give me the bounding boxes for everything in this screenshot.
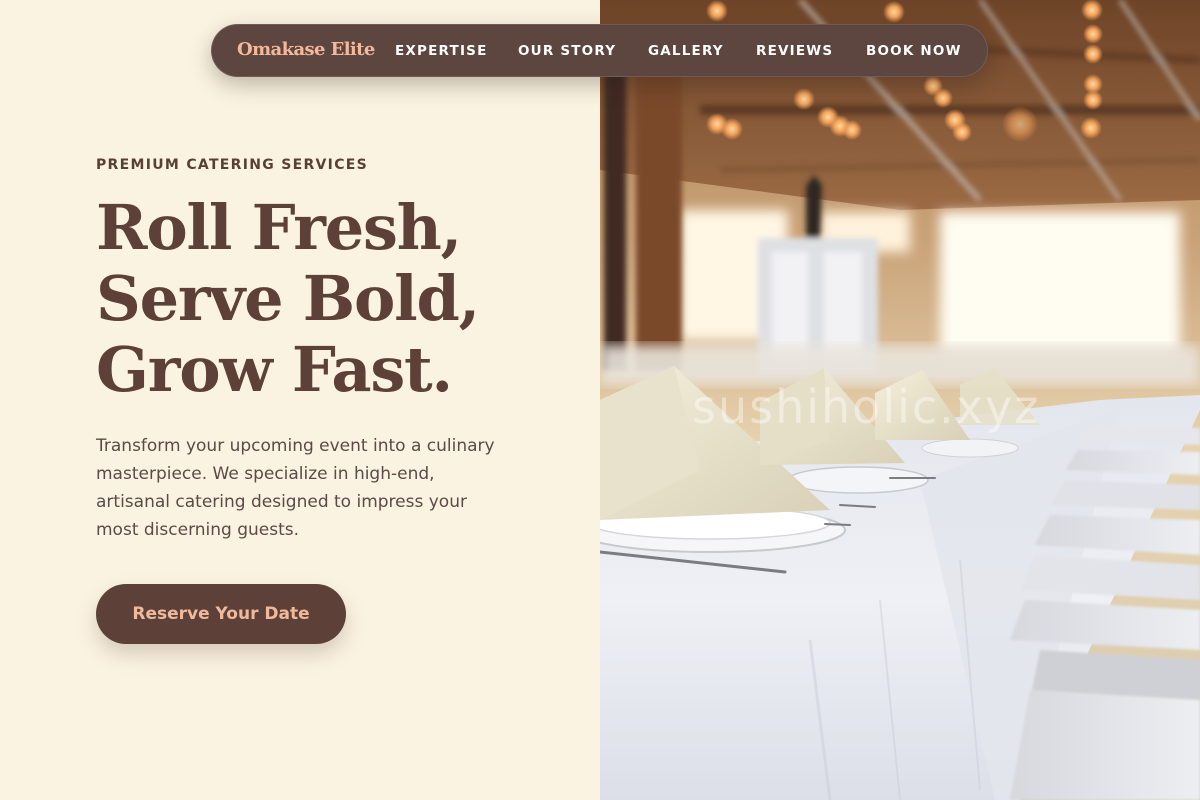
hero-description: Transform your upcoming event into a cul… bbox=[96, 436, 495, 540]
headline-line-1: Roll Fresh, bbox=[96, 191, 462, 264]
hero-headline: Roll Fresh, Serve Bold, Grow Fast. bbox=[96, 191, 480, 406]
hero-content: PREMIUM CATERING SERVICES Roll Fresh, Se… bbox=[0, 0, 600, 800]
banquet-hall-photo bbox=[600, 0, 1200, 800]
main-navbar: Omakase Elite EXPERTISE OUR STORY GALLER… bbox=[211, 24, 988, 77]
nav-link-reviews[interactable]: REVIEWS bbox=[756, 43, 833, 59]
headline-line-2: Serve Bold, bbox=[96, 262, 480, 335]
headline-line-3: Grow Fast. bbox=[96, 333, 453, 406]
nav-link-book-now[interactable]: BOOK NOW bbox=[866, 43, 962, 59]
nav-link-expertise[interactable]: EXPERTISE bbox=[395, 43, 488, 59]
brand-logo[interactable]: Omakase Elite bbox=[237, 39, 375, 60]
hero-image: sushiholic.xyz bbox=[600, 0, 1200, 800]
nav-link-gallery[interactable]: GALLERY bbox=[648, 43, 724, 59]
hero-eyebrow: PREMIUM CATERING SERVICES bbox=[96, 157, 369, 173]
nav-link-our-story[interactable]: OUR STORY bbox=[518, 43, 616, 59]
landing-page: PREMIUM CATERING SERVICES Roll Fresh, Se… bbox=[0, 0, 1200, 800]
reserve-date-button[interactable]: Reserve Your Date bbox=[96, 584, 346, 644]
